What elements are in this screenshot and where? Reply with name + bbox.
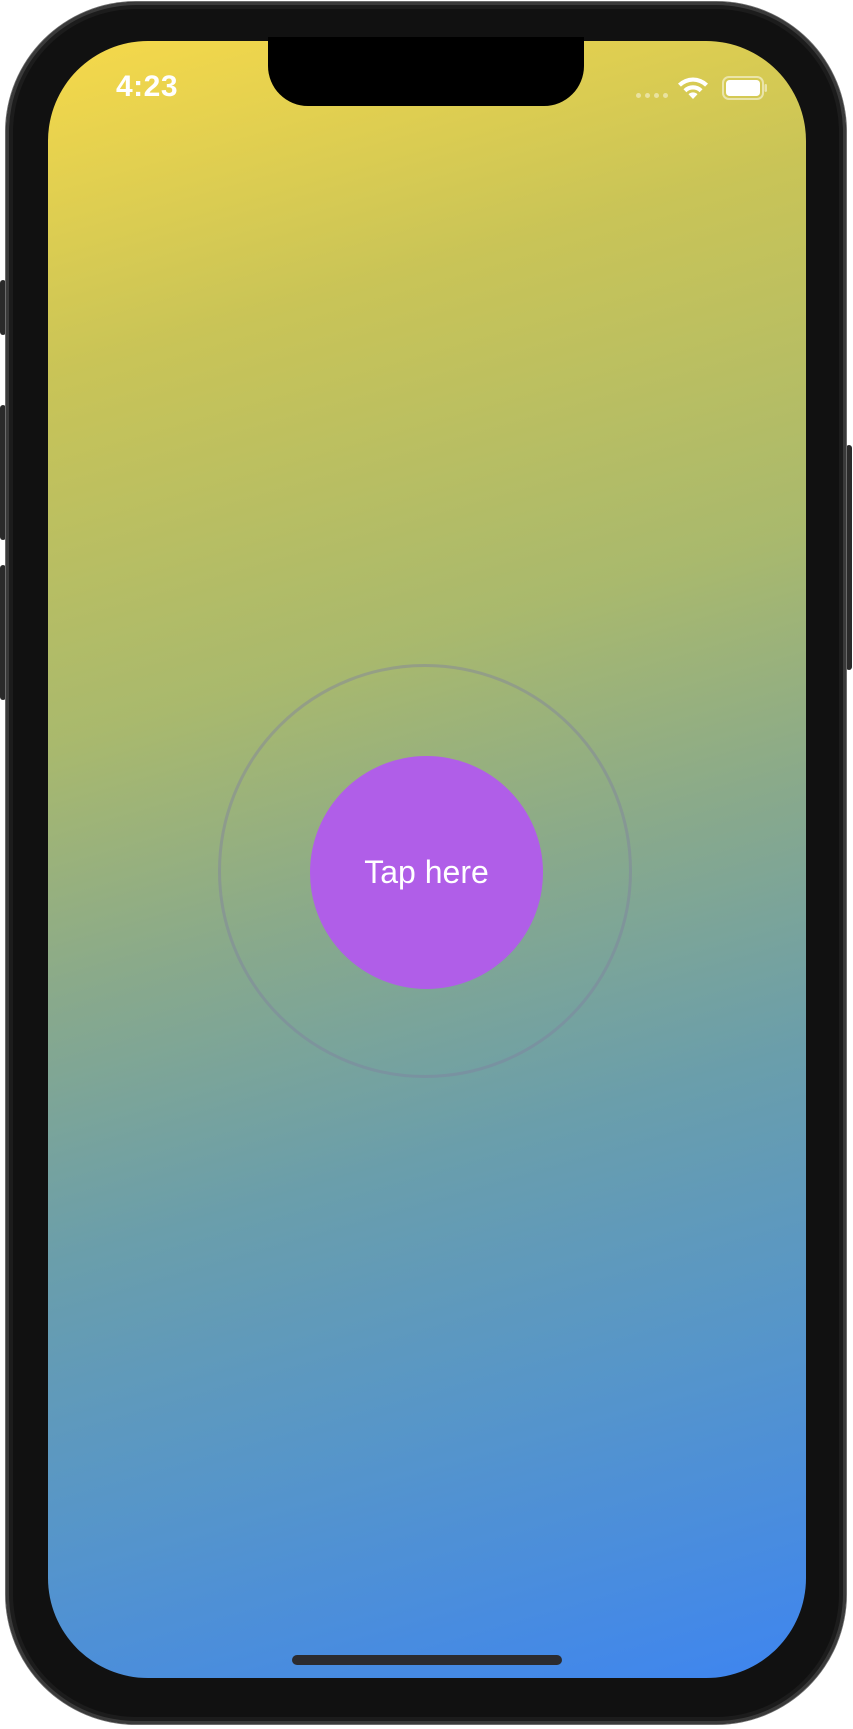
camera-notch bbox=[268, 37, 584, 106]
wifi-icon bbox=[678, 77, 708, 99]
cellular-signal-icon bbox=[636, 93, 668, 98]
battery-icon bbox=[722, 76, 767, 100]
tap-here-label: Tap here bbox=[364, 854, 489, 890]
power-button bbox=[846, 445, 852, 670]
tap-here-button[interactable]: Tap here bbox=[310, 756, 543, 989]
home-indicator[interactable] bbox=[292, 1655, 562, 1665]
status-time: 4:23 bbox=[116, 70, 179, 103]
